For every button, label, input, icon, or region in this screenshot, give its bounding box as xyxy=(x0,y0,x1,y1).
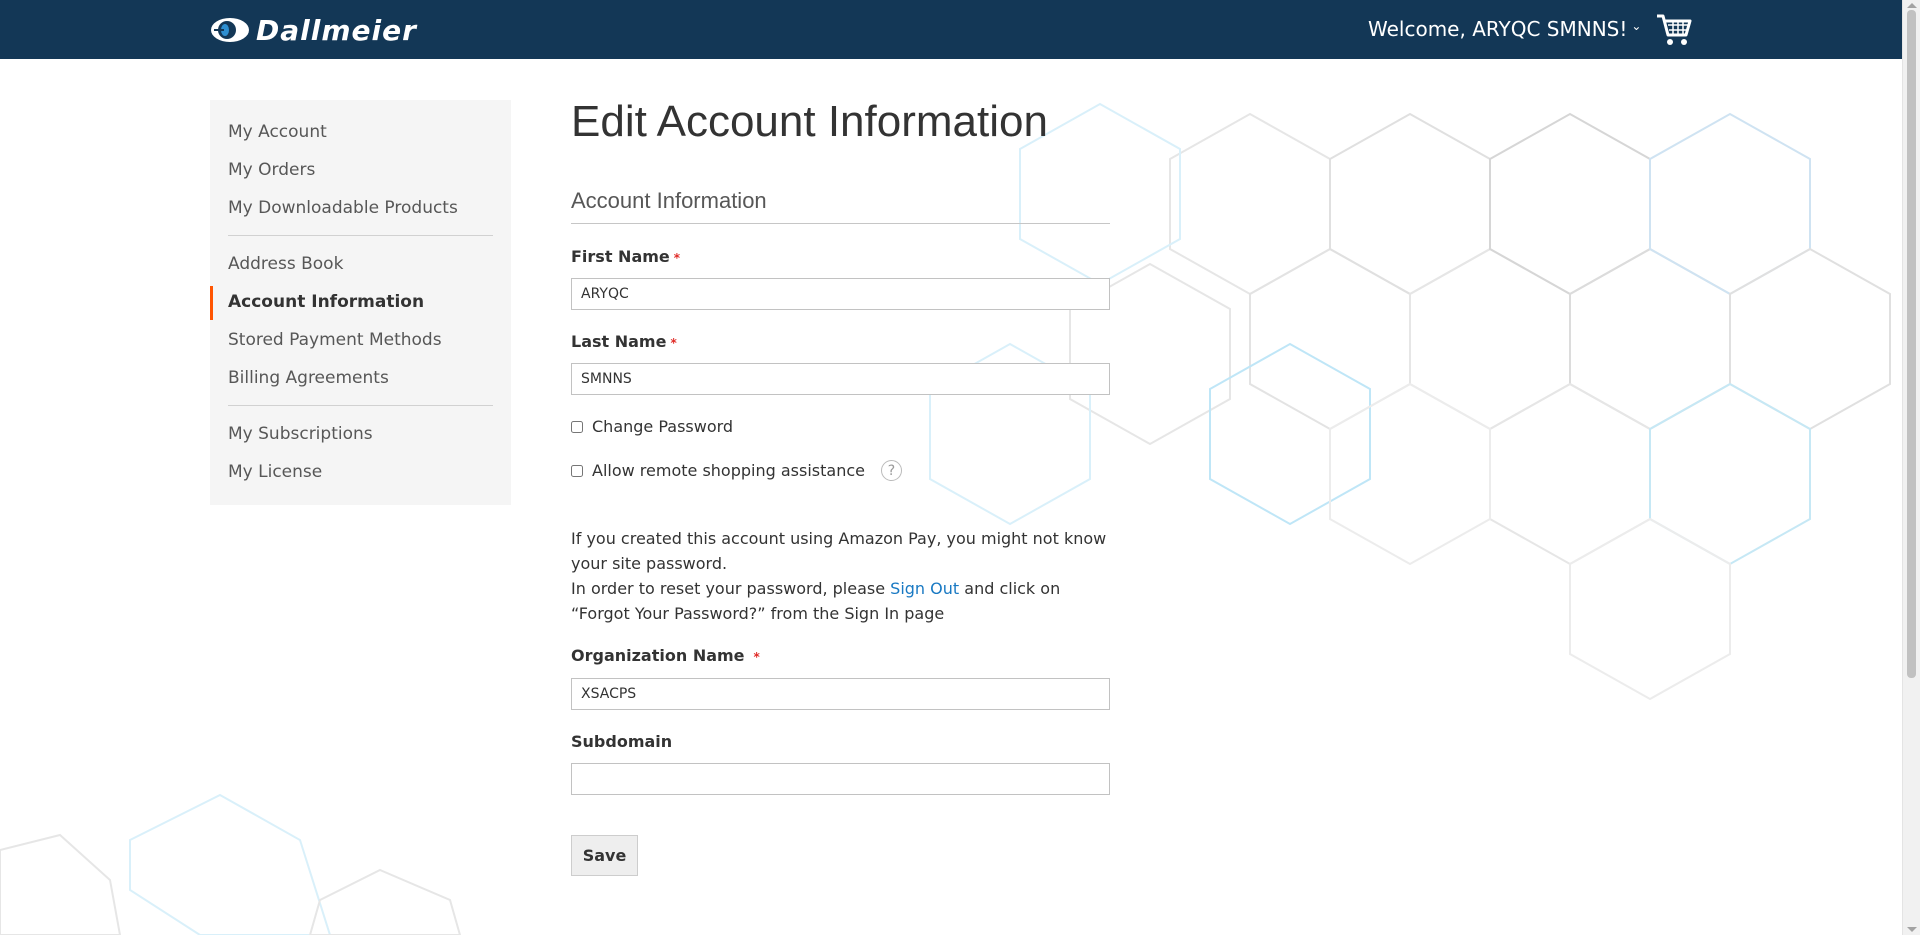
sidebar-item-account-information[interactable]: Account Information xyxy=(228,292,424,312)
required-marker: * xyxy=(673,251,681,265)
required-marker: * xyxy=(670,336,677,350)
sidebar-item-my-orders[interactable]: My Orders xyxy=(228,160,315,180)
sidebar-divider xyxy=(228,235,493,236)
first-name-label-text: First Name xyxy=(571,247,670,266)
help-icon[interactable]: ? xyxy=(880,460,902,481)
note-text-before: In order to reset your password, please xyxy=(571,579,891,598)
sidebar-item-my-downloadable-products[interactable]: My Downloadable Products xyxy=(228,198,458,218)
customer-menu[interactable]: Welcome, ARYQC SMNNS! ⌄ xyxy=(1368,17,1641,41)
sidebar-item-billing-agreements[interactable]: Billing Agreements xyxy=(228,368,389,388)
hexagon-background-pattern-bottom xyxy=(0,793,462,935)
chevron-down-icon: ⌄ xyxy=(1631,19,1642,33)
subdomain-label: Subdomain xyxy=(571,732,673,751)
active-item-indicator xyxy=(210,286,213,320)
first-name-label: First Name * xyxy=(571,247,680,266)
sidebar-item-my-subscriptions[interactable]: My Subscriptions xyxy=(228,424,373,444)
save-button[interactable]: Save xyxy=(571,835,638,876)
section-title: Account Information xyxy=(571,188,767,213)
page-title: Edit Account Information xyxy=(571,97,1048,146)
brand-name: Dallmeier xyxy=(256,13,417,47)
amazon-pay-note: If you created this account using Amazon… xyxy=(571,526,1116,626)
note-line-2: In order to reset your password, please … xyxy=(571,576,1116,626)
change-password-label: Change Password xyxy=(592,417,734,436)
scroll-down-arrow-icon[interactable] xyxy=(1907,927,1917,932)
scroll-thumb[interactable] xyxy=(1907,10,1916,678)
site-header: Dallmeier Welcome, ARYQC SMNNS! ⌄ xyxy=(0,0,1902,59)
organization-name-label: Organization Name * xyxy=(571,646,760,665)
change-password-option[interactable]: Change Password xyxy=(571,417,733,436)
note-line-1: If you created this account using Amazon… xyxy=(571,529,1107,573)
sidebar-item-address-book[interactable]: Address Book xyxy=(228,254,343,274)
remote-assistance-option[interactable]: Allow remote shopping assistance ? xyxy=(571,460,902,481)
page-scrollbar[interactable] xyxy=(1902,0,1920,935)
required-marker: * xyxy=(753,650,760,664)
sidebar-item-my-account[interactable]: My Account xyxy=(228,122,327,142)
brand-logo[interactable]: Dallmeier xyxy=(210,13,417,47)
account-sidebar-nav: My Account My Orders My Downloadable Pro… xyxy=(210,100,511,505)
last-name-label-text: Last Name xyxy=(571,332,667,351)
subdomain-input[interactable] xyxy=(571,763,1110,795)
welcome-text: Welcome, ARYQC SMNNS! xyxy=(1368,17,1628,41)
scroll-up-arrow-icon[interactable] xyxy=(1907,3,1917,8)
sidebar-divider xyxy=(228,405,493,406)
shopping-cart-icon[interactable] xyxy=(1656,13,1692,47)
last-name-input[interactable] xyxy=(571,363,1110,395)
section-divider xyxy=(571,223,1110,224)
remote-assistance-label: Allow remote shopping assistance xyxy=(592,461,865,480)
dallmeier-logo-icon xyxy=(211,18,249,42)
hexagon-background-pattern xyxy=(929,102,1891,701)
remote-assistance-checkbox[interactable] xyxy=(571,464,583,477)
sidebar-item-my-license[interactable]: My License xyxy=(228,462,322,482)
last-name-label: Last Name * xyxy=(571,332,677,351)
organization-name-label-text: Organization Name xyxy=(571,646,745,665)
sidebar-item-stored-payment-methods[interactable]: Stored Payment Methods xyxy=(228,330,442,350)
organization-name-input[interactable] xyxy=(571,678,1110,710)
first-name-input[interactable] xyxy=(571,278,1110,310)
sign-out-link[interactable]: Sign Out xyxy=(890,579,959,598)
change-password-checkbox[interactable] xyxy=(571,420,583,433)
